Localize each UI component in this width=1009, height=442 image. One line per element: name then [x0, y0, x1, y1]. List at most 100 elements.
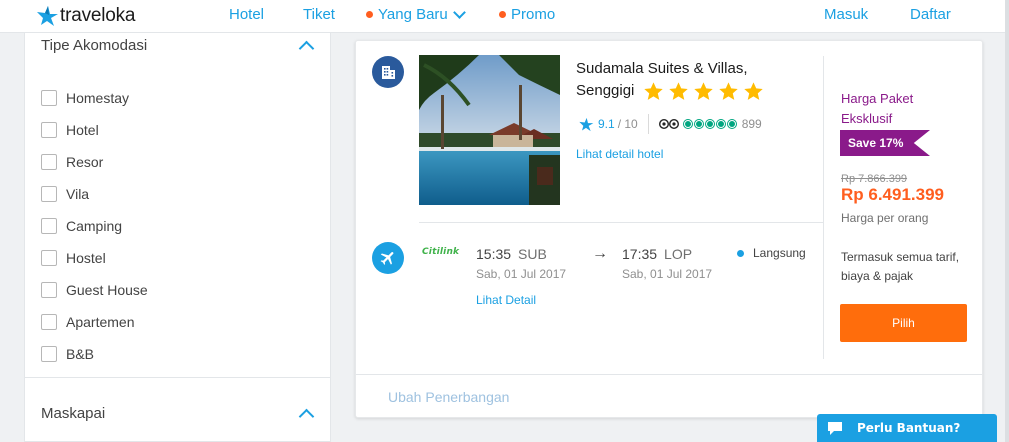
page-scrollbar[interactable]	[1005, 0, 1009, 442]
rating-dot-icon	[693, 119, 704, 129]
filter-option-bnb[interactable]: B&B	[41, 345, 94, 363]
airplane-icon	[372, 242, 404, 274]
checkbox[interactable]	[41, 250, 57, 266]
filter-option-vila[interactable]: Vila	[41, 185, 89, 203]
star-icon	[693, 81, 713, 100]
rating-dot-icon	[726, 119, 737, 129]
star-icon	[643, 81, 663, 100]
hotel-building-icon	[372, 56, 404, 88]
accommodation-filter-title: Tipe Akomodasi	[41, 37, 148, 54]
checkbox[interactable]	[41, 186, 57, 202]
hotel-photo[interactable]	[419, 55, 560, 205]
price-per-person-label: Harga per orang	[841, 211, 929, 225]
card-footer-divider	[356, 374, 982, 375]
nav-daftar[interactable]: Daftar	[910, 6, 951, 23]
filter-option-hostel[interactable]: Hostel	[41, 249, 106, 267]
filter-option-label: Hostel	[66, 250, 106, 266]
original-price: Rp 7.866.399	[841, 173, 908, 185]
filter-option-label: B&B	[66, 346, 95, 362]
rating-dot-icon	[715, 119, 726, 129]
departure-airport-code: SUB	[518, 246, 547, 262]
checkbox[interactable]	[41, 122, 57, 138]
departure-time-value: 15:35	[476, 246, 512, 262]
tripadvisor-rating-dots	[682, 119, 738, 129]
filter-option-label: Guest House	[66, 282, 148, 298]
filter-option-label: Camping	[66, 218, 123, 234]
filter-option-label: Resor	[66, 154, 104, 170]
nav-masuk[interactable]: Masuk	[824, 6, 868, 23]
chevron-down-icon	[452, 6, 466, 19]
star-icon	[743, 81, 763, 100]
flight-stop-type-label: Langsung	[753, 246, 806, 260]
package-price: Rp 6.491.399	[841, 185, 945, 204]
checkbox[interactable]	[41, 282, 57, 298]
tripadvisor-review-count: 899	[741, 117, 762, 131]
hotel-flight-divider	[419, 222, 824, 223]
filter-option-label: Homestay	[66, 90, 130, 106]
star-icon	[668, 81, 688, 100]
flight-arrow-icon: →	[592, 245, 608, 262]
flight-stop-type: Langsung	[737, 246, 806, 260]
nav-yang-baru[interactable]: Yang Baru	[366, 6, 466, 23]
departure-date: Sab, 01 Jul 2017	[476, 267, 567, 281]
arrival-time: 17:35 LOP	[622, 246, 692, 262]
direct-dot-icon	[737, 249, 744, 257]
citilink-logo: Citilink	[422, 247, 460, 257]
filter-option-camping[interactable]: Camping	[41, 217, 122, 235]
nav-hotel[interactable]: Hotel	[229, 6, 264, 23]
package-result-card: Sudamala Suites & Villas, Senggigi 9.1 /…	[355, 40, 983, 418]
collapse-accommodation-icon[interactable]	[298, 40, 315, 57]
nav-promo-label: Promo	[511, 6, 556, 23]
hotel-detail-link[interactable]: Lihat detail hotel	[576, 147, 663, 161]
filter-option-apartemen[interactable]: Apartemen	[41, 313, 134, 331]
checkbox[interactable]	[41, 218, 57, 234]
price-includes-note: Termasuk semua tarif, biaya & pajak	[841, 250, 960, 283]
checkbox[interactable]	[41, 314, 57, 330]
hotel-name[interactable]: Sudamala Suites & Villas, Senggigi	[576, 58, 796, 102]
help-chat-button[interactable]: Perlu Bantuan?	[817, 414, 997, 442]
flight-detail-link[interactable]: Lihat Detail	[476, 293, 536, 307]
select-package-button[interactable]: Pilih	[840, 304, 967, 342]
collapse-airline-icon[interactable]	[298, 408, 315, 425]
filter-option-label: Hotel	[66, 122, 99, 138]
rating-dot-icon	[682, 119, 693, 129]
traveloka-logo[interactable]: traveloka	[35, 5, 135, 27]
logo-text: traveloka	[60, 5, 136, 26]
arrival-date: Sab, 01 Jul 2017	[622, 267, 713, 281]
filter-panel: Tipe Akomodasi Homestay Hotel Resor Vila…	[24, 33, 331, 442]
price-column-divider	[823, 56, 824, 359]
checkbox[interactable]	[41, 154, 57, 170]
filter-option-hotel[interactable]: Hotel	[41, 121, 99, 139]
exclusive-package-label: Harga Paket Eksklusif	[841, 91, 914, 126]
rating-dot-icon	[704, 119, 715, 129]
traveloka-rating-value: 9.1	[598, 117, 615, 131]
traveloka-rating-max: / 10	[617, 117, 638, 131]
airline-filter-title: Maskapai	[41, 405, 106, 422]
traveloka-rating-icon	[579, 117, 594, 131]
filter-option-homestay[interactable]: Homestay	[41, 89, 129, 107]
arrival-time-value: 17:35	[622, 246, 658, 262]
filter-option-guest-house[interactable]: Guest House	[41, 281, 148, 299]
hotel-rating-row: 9.1 / 10 899	[578, 114, 762, 134]
checkbox[interactable]	[41, 90, 57, 106]
arrival-airport-code: LOP	[664, 246, 693, 262]
filter-option-resor[interactable]: Resor	[41, 153, 103, 171]
top-navbar: traveloka Hotel Tiket Yang Baru Promo Ma…	[0, 0, 1009, 33]
filter-option-label: Vila	[66, 186, 90, 202]
nav-tiket[interactable]: Tiket	[303, 6, 335, 23]
filter-divider	[25, 377, 330, 378]
save-badge: Save 17%	[840, 130, 930, 156]
departure-time: 15:35 SUB	[476, 246, 547, 262]
tripadvisor-owl-icon	[658, 119, 679, 129]
nav-promo[interactable]: Promo	[499, 6, 555, 23]
star-icon	[718, 81, 738, 100]
bird-logo-icon	[37, 6, 58, 26]
new-dot-icon	[366, 11, 373, 18]
promo-dot-icon	[499, 11, 506, 18]
change-flight-link[interactable]: Ubah Penerbangan	[388, 389, 509, 405]
chat-bubble-icon	[828, 421, 842, 435]
hotel-star-rating	[643, 81, 768, 102]
filter-option-label: Apartemen	[66, 314, 135, 330]
checkbox[interactable]	[41, 346, 57, 362]
rating-separator	[647, 114, 649, 134]
